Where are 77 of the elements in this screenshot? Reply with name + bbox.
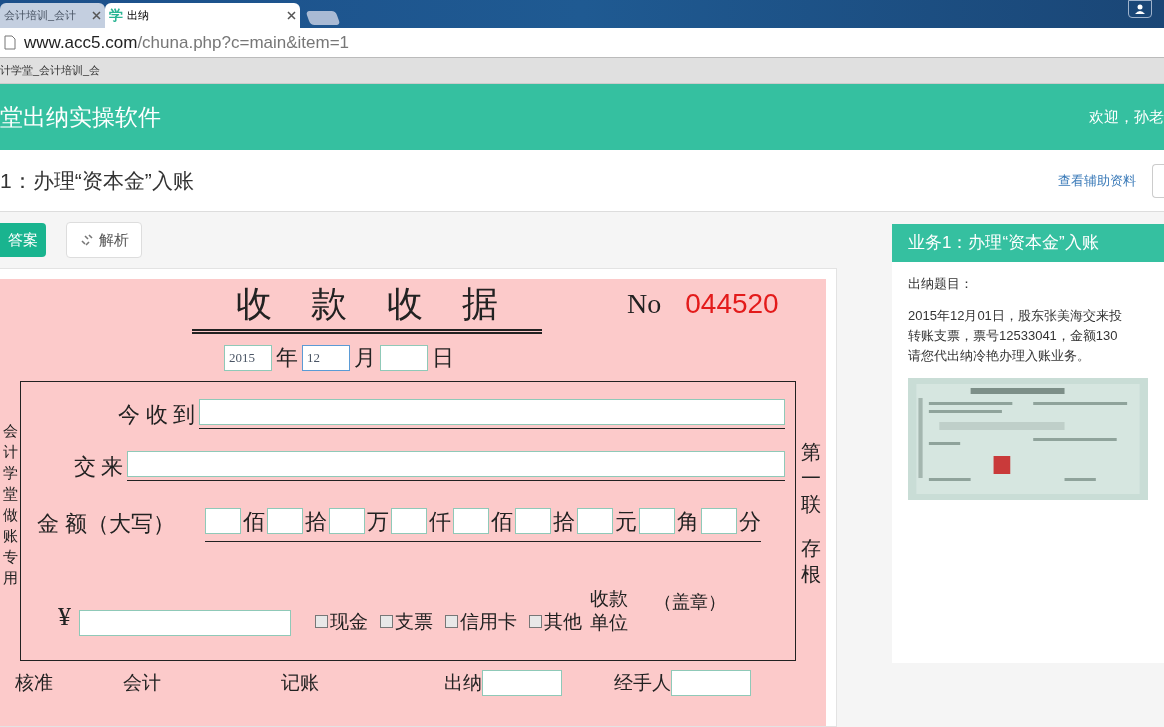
task-subtitle: 出纳题目： bbox=[908, 275, 974, 293]
date-field[interactable] bbox=[380, 344, 428, 371]
amount-digit-field[interactable] bbox=[329, 508, 365, 534]
amount-unit: 拾 bbox=[553, 507, 575, 536]
tab-title: 出纳 bbox=[127, 8, 150, 24]
payee-label: 收款单位 bbox=[590, 586, 629, 636]
copy-label: 第一联 bbox=[801, 440, 821, 517]
signature-label: 记账 bbox=[281, 670, 319, 695]
date-unit: 年 bbox=[276, 344, 298, 372]
welcome-text: 欢迎，孙老 bbox=[1089, 106, 1164, 127]
payment-method-label: 信用卡 bbox=[460, 609, 517, 634]
amount-digit-field[interactable] bbox=[205, 508, 241, 534]
user-button[interactable] bbox=[1128, 0, 1152, 18]
amount-digit-field[interactable] bbox=[577, 508, 613, 534]
tab-title: 会计培训_会计 bbox=[4, 8, 78, 24]
amount-unit: 元 bbox=[615, 507, 637, 536]
amount-unit: 拾 bbox=[305, 507, 327, 536]
amount-digit-field[interactable] bbox=[639, 508, 675, 534]
checkbox[interactable] bbox=[445, 615, 458, 629]
tab-logo: 学 bbox=[109, 6, 123, 25]
amount-digit-field[interactable] bbox=[701, 508, 737, 534]
purpose-field[interactable] bbox=[127, 451, 785, 477]
date-field[interactable]: 2015 bbox=[224, 344, 272, 371]
amount-digit-field[interactable] bbox=[267, 508, 303, 534]
checkbox[interactable] bbox=[315, 615, 328, 629]
checkbox[interactable] bbox=[380, 615, 393, 629]
amount-unit: 仟 bbox=[429, 507, 451, 536]
page-icon bbox=[4, 35, 16, 50]
task-panel-header: 业务1：办理“资本金”入账 bbox=[892, 224, 1164, 262]
close-icon[interactable] bbox=[92, 11, 101, 20]
field-label: 今 收 到 bbox=[117, 400, 196, 429]
payer-field[interactable] bbox=[199, 399, 785, 425]
browser-tab[interactable]: 会计培训_会计 bbox=[0, 3, 105, 28]
auxiliary-link[interactable]: 查看辅助资料 bbox=[1058, 170, 1136, 191]
bookmark-item[interactable]: 计学堂_会计培训_会 bbox=[0, 62, 101, 79]
date-field[interactable]: 12 bbox=[302, 344, 350, 371]
task-text: 2015年12月01日，股东张美海交来投 bbox=[908, 306, 1123, 325]
amount-unit: 佰 bbox=[491, 507, 513, 536]
amount-unit: 角 bbox=[677, 507, 699, 536]
date-unit: 日 bbox=[432, 344, 454, 372]
user-icon bbox=[1135, 4, 1145, 14]
checkbox[interactable] bbox=[529, 615, 542, 629]
amount-field[interactable] bbox=[79, 610, 291, 636]
field-label: 交 来 bbox=[72, 452, 124, 481]
receipt-title: 收 款 收 据 bbox=[192, 279, 542, 334]
signature-field[interactable] bbox=[671, 670, 751, 696]
page-title: 1：办理“资本金”入账 bbox=[0, 167, 194, 194]
receipt-number: 044520 bbox=[685, 287, 779, 321]
task-text: 转账支票，票号12533041，金额130 bbox=[908, 326, 1119, 345]
task-text: 请您代出纳冷艳办理入账业务。 bbox=[908, 346, 1091, 365]
payment-method-label: 其他 bbox=[544, 609, 582, 634]
date-unit: 月 bbox=[354, 344, 376, 372]
signature-label: 会计 bbox=[123, 670, 161, 695]
close-icon[interactable] bbox=[287, 11, 296, 20]
seal-label: （盖章） bbox=[654, 591, 726, 614]
payment-method-label: 现金 bbox=[330, 609, 368, 634]
amount-unit: 佰 bbox=[243, 507, 265, 536]
amount-digit-field[interactable] bbox=[453, 508, 489, 534]
side-text: 会计学堂做账专用 bbox=[2, 422, 18, 588]
unlink-icon bbox=[79, 232, 95, 248]
signature-label: 经手人 bbox=[614, 670, 671, 695]
signature-field[interactable] bbox=[482, 670, 562, 696]
signature-label: 出纳 bbox=[444, 670, 482, 695]
field-label: 金 额（大写） bbox=[36, 509, 176, 538]
amount-unit: 分 bbox=[739, 507, 761, 536]
app-title: 堂出纳实操软件 bbox=[0, 102, 161, 132]
number-label: No bbox=[627, 287, 662, 321]
signature-label: 核准 bbox=[15, 670, 53, 695]
amount-digit-field[interactable] bbox=[515, 508, 551, 534]
analysis-button[interactable]: 解析 bbox=[66, 222, 142, 258]
amount-unit: 万 bbox=[367, 507, 389, 536]
browser-tab[interactable]: 学 出纳 bbox=[105, 3, 300, 28]
copy-kind: 存根 bbox=[801, 536, 821, 587]
yen-sign: ¥ bbox=[57, 601, 72, 633]
amount-digit-field[interactable] bbox=[391, 508, 427, 534]
new-tab-button[interactable] bbox=[305, 11, 341, 25]
payment-method-label: 支票 bbox=[395, 609, 433, 634]
